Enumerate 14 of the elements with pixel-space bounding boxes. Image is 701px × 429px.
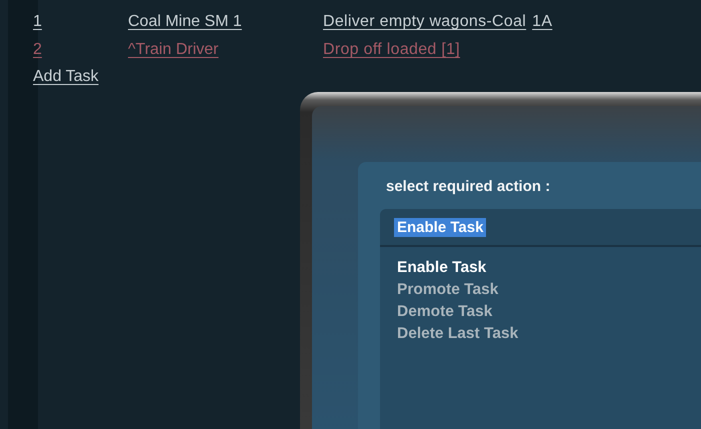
task-name-link[interactable]: ^Train Driver [128,41,323,59]
add-task-link[interactable]: Add Task [33,68,99,86]
task-action-link[interactable]: Deliver empty wagons-Coal [323,13,526,31]
task-name-link[interactable]: Coal Mine SM 1 [128,13,323,31]
task-code-link[interactable]: 1A [532,13,552,31]
action-dropdown[interactable]: Enable Task [380,209,701,247]
option-item[interactable]: Enable Task [397,257,701,279]
option-item[interactable]: Promote Task [397,279,701,301]
task-number-link[interactable]: 2 [33,41,128,59]
task-number-link[interactable]: 1 [33,13,128,31]
option-item[interactable]: Demote Task [397,301,701,323]
option-item[interactable]: Delete Last Task [397,323,701,345]
task-action-link[interactable]: Drop off loaded [1] [323,41,460,59]
action-label: select required action : [386,178,552,195]
